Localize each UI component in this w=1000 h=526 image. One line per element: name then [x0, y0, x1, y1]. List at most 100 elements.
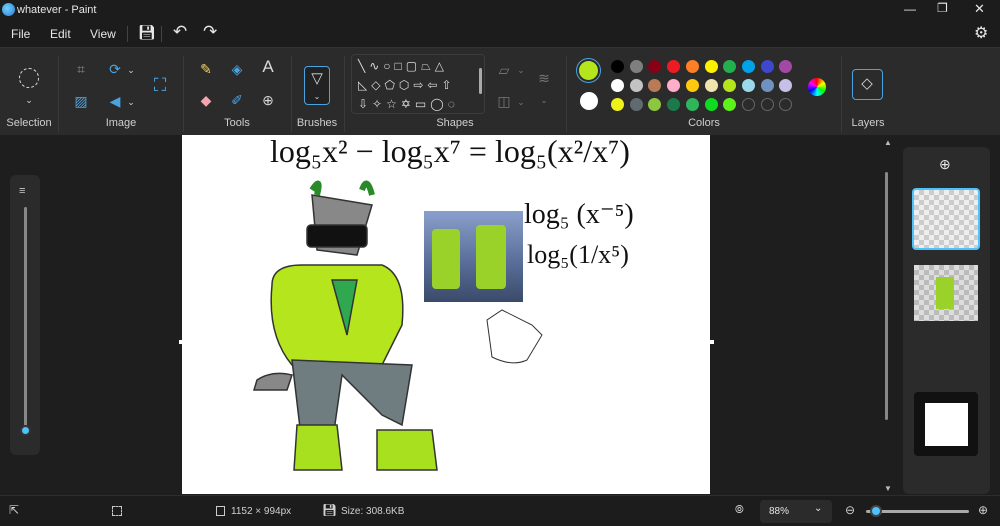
chevron-down-icon[interactable]: ⌄	[512, 62, 530, 78]
color-swatch[interactable]	[648, 60, 662, 73]
layers-button[interactable]: ◇	[852, 69, 883, 100]
color-swatch[interactable]	[611, 79, 624, 92]
color-swatch[interactable]	[629, 79, 643, 92]
magnifier-icon[interactable]: ⊕	[259, 92, 277, 108]
menu-view[interactable]: View	[90, 27, 116, 41]
layer-thumbnail-background[interactable]	[914, 392, 978, 456]
custom-color-slot[interactable]	[741, 98, 755, 111]
layer-thumbnail-1[interactable]	[912, 188, 980, 250]
resize-image-icon[interactable]: ⛶	[151, 76, 169, 94]
menu-edit[interactable]: Edit	[50, 27, 71, 41]
brush-size-icon: ≡	[19, 185, 26, 197]
lasso-selection-icon[interactable]	[19, 68, 39, 88]
divider	[58, 56, 59, 132]
outline-icon[interactable]: ▱	[495, 62, 513, 78]
color-swatch[interactable]	[741, 60, 755, 73]
shapes-gallery[interactable]: ╲∿○□▢⏢△ ◺◇⬠⬡⇨⇦⇧ ⇩✧☆✡▭◯◌	[351, 54, 485, 114]
drawing-canvas[interactable]: log₅x² − log₅x⁷ = log₅(x²/x⁷) log₅ (x⁻⁵)…	[182, 135, 710, 494]
color-swatch[interactable]	[648, 98, 662, 111]
add-layer-icon[interactable]: ⊕	[939, 156, 951, 173]
color-swatch[interactable]	[667, 98, 681, 111]
cursor-pointer-icon: ⇱	[9, 503, 20, 517]
color-picker-icon[interactable]: ✐	[228, 92, 246, 108]
edit-colors-wheel-icon[interactable]	[808, 78, 826, 96]
custom-color-slot[interactable]	[760, 98, 774, 111]
color-swatch[interactable]	[611, 60, 624, 73]
color-swatch[interactable]	[704, 79, 718, 92]
chevron-down-icon[interactable]: ⌄	[20, 92, 38, 108]
selection-size-icon	[112, 506, 122, 516]
maximize-button[interactable]: ❐	[937, 1, 948, 15]
shapes-row[interactable]: ╲∿○□▢⏢△	[358, 57, 478, 76]
zoom-out-icon[interactable]: ⊖	[845, 503, 855, 517]
color-swatch[interactable]	[723, 98, 737, 111]
custom-color-slot[interactable]	[779, 98, 793, 111]
shapes-row[interactable]: ◺◇⬠⬡⇨⇦⇧	[358, 76, 478, 95]
color-swatch[interactable]	[667, 79, 681, 92]
color-swatch[interactable]	[611, 98, 624, 111]
color-swatch[interactable]	[685, 60, 699, 73]
background-removal-icon[interactable]: ▨	[72, 93, 90, 109]
chevron-down-icon[interactable]: ⌄	[122, 94, 140, 110]
status-bar: ⇱ 1152 × 994px 💾︎ Size: 308.6KB ⦾ 88% ⌄ …	[0, 495, 1000, 526]
minimize-button[interactable]: —	[904, 2, 916, 16]
redo-icon[interactable]: ↷	[203, 22, 217, 42]
brush-size-slider-thumb[interactable]	[20, 425, 31, 436]
shapes-scrollbar[interactable]	[479, 68, 482, 94]
scroll-down-arrow[interactable]: ▼	[884, 484, 892, 493]
color-swatch[interactable]	[779, 60, 793, 73]
line-size-icon[interactable]: ≋	[535, 70, 553, 86]
color-swatch[interactable]	[760, 79, 774, 92]
file-size: Size: 308.6KB	[341, 506, 405, 517]
brush-icon: ▽	[311, 70, 323, 87]
fill-bucket-icon[interactable]: ◈	[228, 61, 246, 77]
shapes-row[interactable]: ⇩✧☆✡▭◯◌	[358, 95, 478, 113]
group-label-shapes: Shapes	[436, 117, 474, 129]
settings-gear-icon[interactable]: ⚙	[974, 23, 988, 43]
eraser-icon[interactable]: ◆	[197, 92, 215, 108]
scroll-up-arrow[interactable]: ▲	[884, 138, 892, 147]
close-button[interactable]: ✕	[974, 1, 985, 17]
canvas-resize-handle[interactable]	[710, 340, 714, 344]
vertical-scrollbar-thumb[interactable]	[885, 172, 888, 420]
color-swatch[interactable]	[648, 79, 662, 92]
canvas-resize-handle[interactable]	[179, 340, 183, 344]
chevron-down-icon: ⌄	[814, 503, 823, 514]
pencil-icon[interactable]: ✎	[197, 61, 215, 77]
color-swatch[interactable]	[685, 98, 699, 111]
primary-color-swatch[interactable]	[576, 58, 601, 83]
layer-thumbnail-2[interactable]	[914, 265, 978, 321]
color-swatch[interactable]	[723, 60, 737, 73]
brush-size-slider-track[interactable]	[24, 207, 27, 431]
undo-icon[interactable]: ↶	[173, 22, 187, 42]
layers-panel: ⊕	[903, 147, 990, 494]
chevron-down-icon[interactable]: ⌄	[122, 62, 140, 78]
color-swatch[interactable]	[667, 60, 681, 73]
divider	[291, 56, 292, 132]
chevron-down-icon[interactable]: ⌄	[512, 94, 530, 110]
chevron-down-icon[interactable]: ⌄	[535, 92, 553, 108]
paint-app-icon	[2, 3, 15, 16]
color-swatch[interactable]	[629, 98, 643, 111]
zoom-select[interactable]: 88% ⌄	[760, 500, 832, 523]
menu-file[interactable]: File	[11, 27, 30, 41]
group-label-layers: Layers	[851, 117, 885, 129]
color-swatch[interactable]	[629, 60, 643, 73]
color-swatch[interactable]	[723, 79, 737, 92]
text-icon[interactable]: A	[259, 58, 277, 75]
color-swatch[interactable]	[760, 60, 774, 73]
color-swatch[interactable]	[704, 98, 718, 111]
brushes-button[interactable]: ▽ ⌄	[304, 66, 330, 105]
color-swatch[interactable]	[685, 79, 699, 92]
zoom-in-icon[interactable]: ⊕	[978, 503, 988, 517]
crop-icon[interactable]: ⌗	[72, 61, 90, 77]
secondary-color-swatch[interactable]	[580, 92, 598, 110]
ribbon-toolbar: ⌄ Selection ⌗ ⟳ ⌄ ▨ ◀ ⌄ ⛶ Image ✎ ◈ A ◆ …	[0, 47, 1000, 135]
color-swatch[interactable]	[704, 60, 718, 73]
zoom-slider-thumb[interactable]	[870, 505, 883, 517]
color-swatch[interactable]	[741, 79, 755, 92]
color-swatch[interactable]	[779, 79, 793, 92]
save-icon[interactable]: 💾︎	[138, 24, 156, 41]
fill-icon[interactable]: ◫	[495, 93, 513, 109]
fit-to-window-icon[interactable]: ⦾	[735, 504, 744, 517]
